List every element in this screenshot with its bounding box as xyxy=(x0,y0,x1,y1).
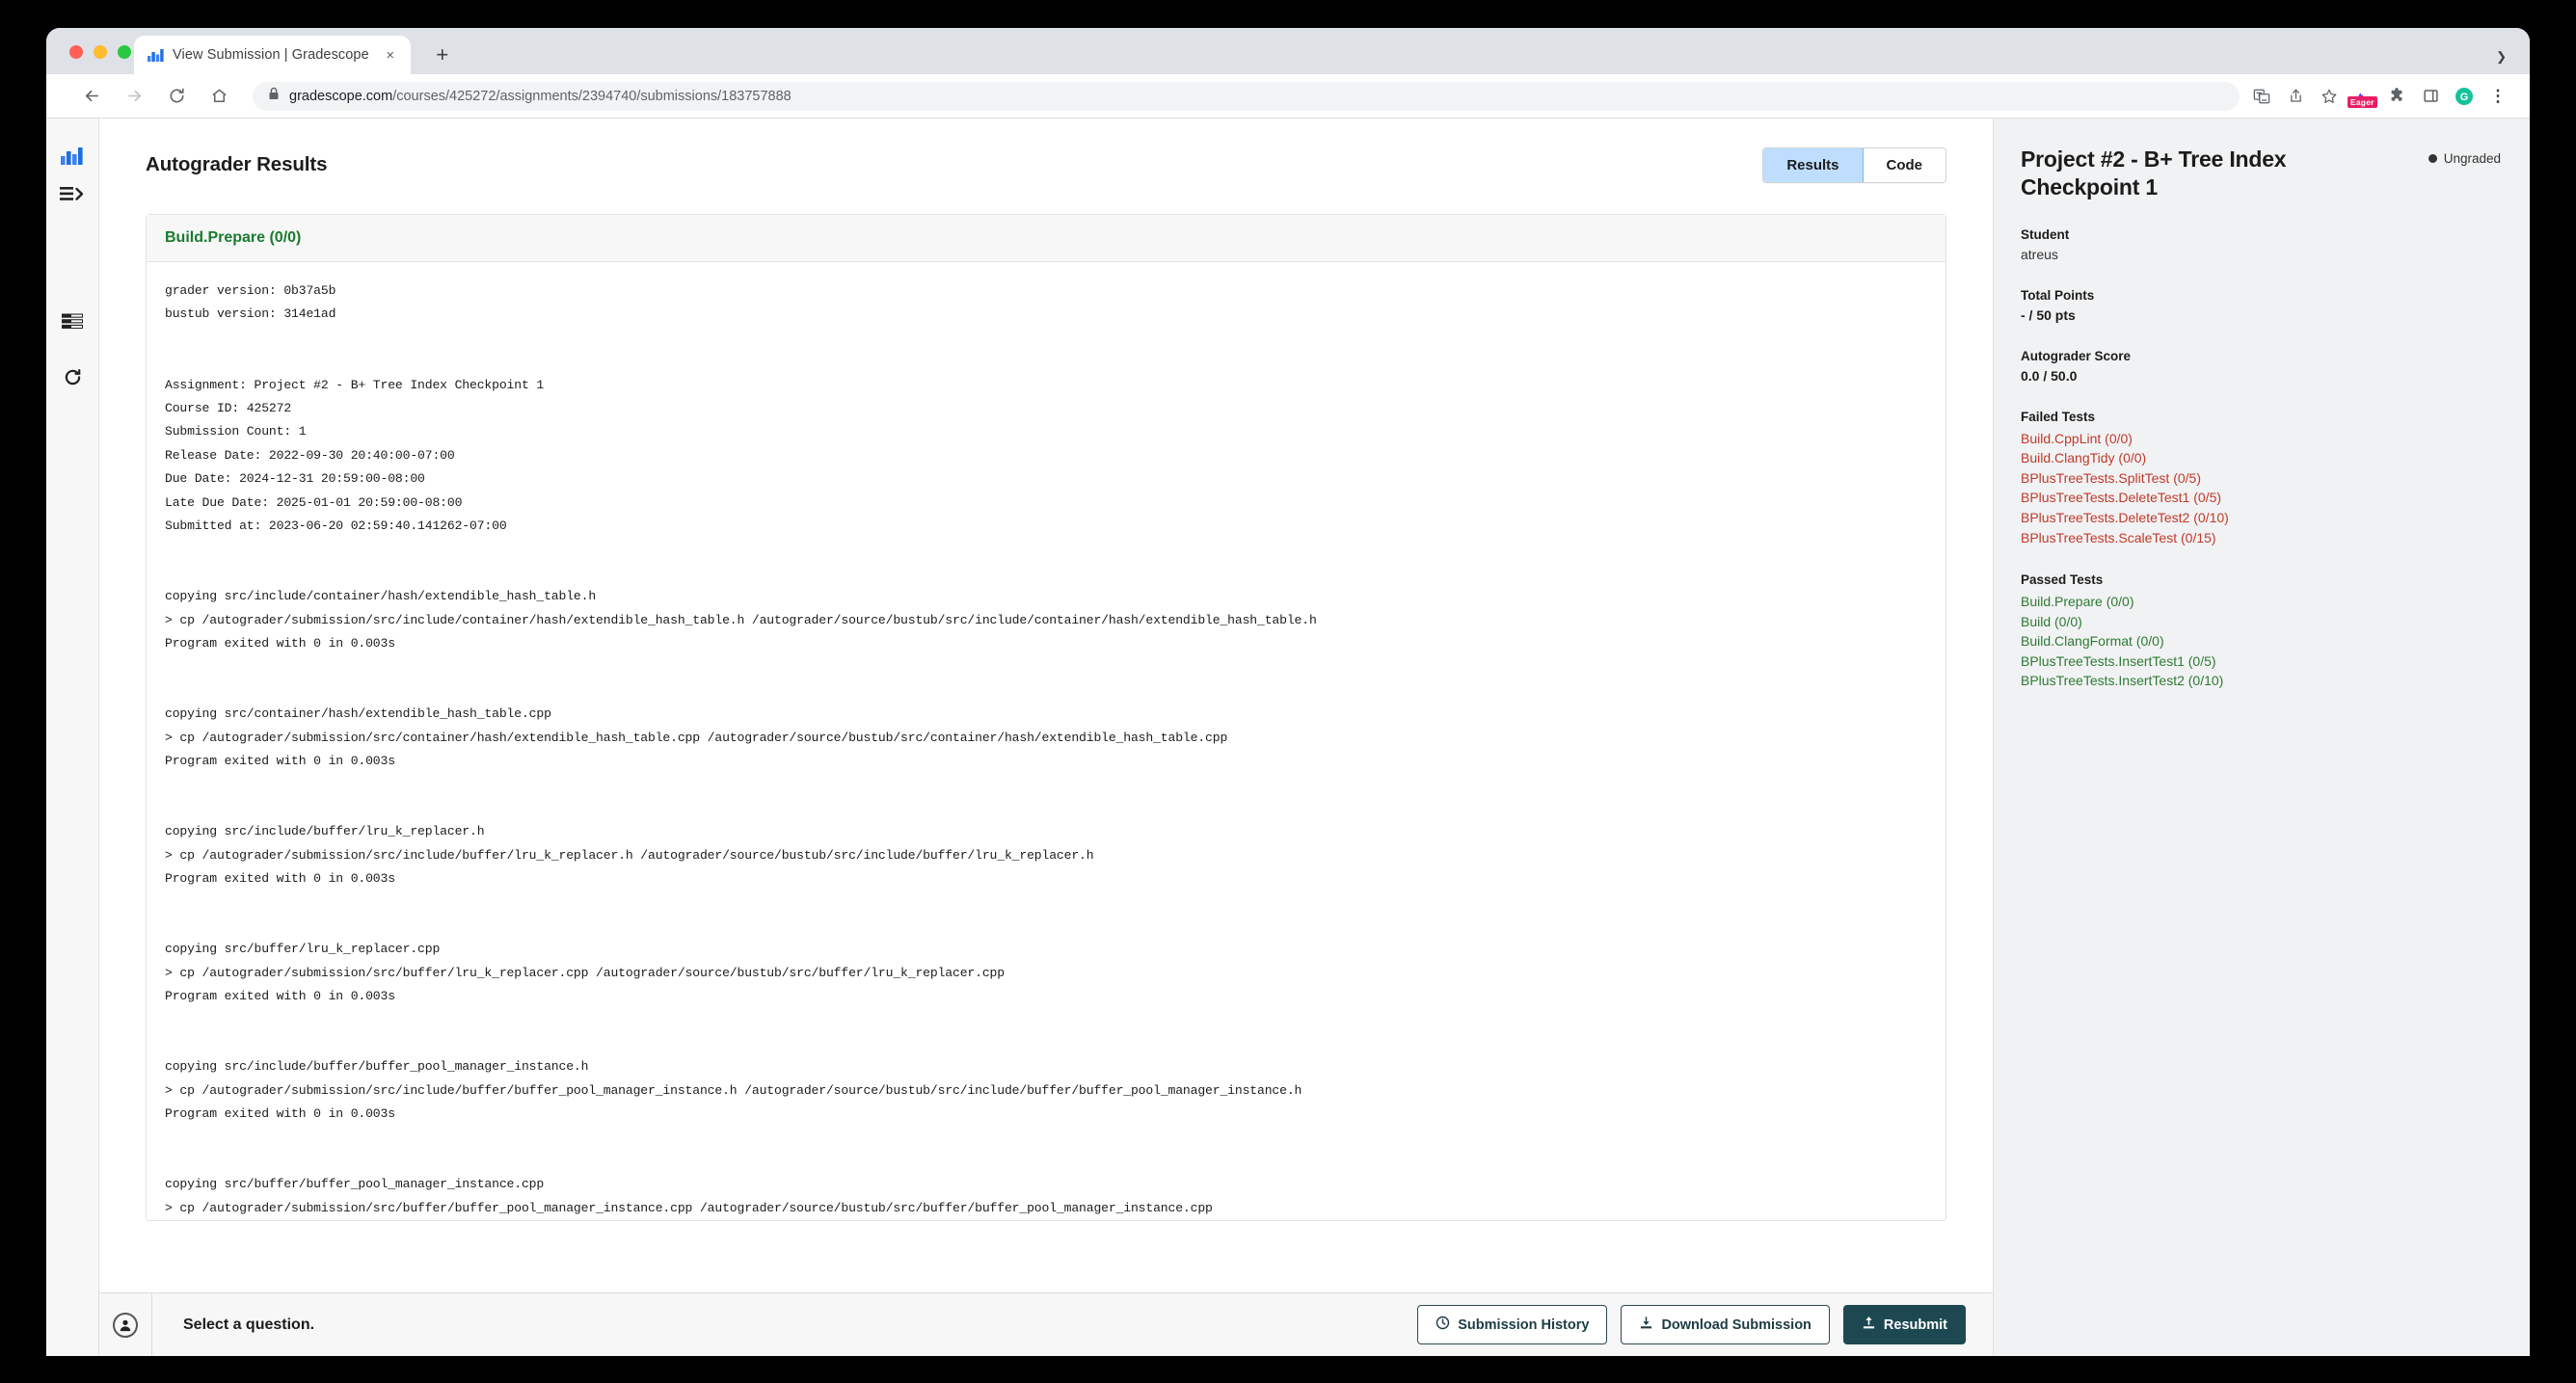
eager-extension-badge: Eager xyxy=(2348,95,2377,108)
assignment-title: Project #2 - B+ Tree Index Checkpoint 1 xyxy=(2021,146,2287,199)
back-button[interactable] xyxy=(75,80,108,113)
forward-button[interactable] xyxy=(118,80,150,113)
autograder-score-value: 0.0 / 50.0 xyxy=(2021,367,2078,384)
reload-button[interactable] xyxy=(160,80,193,113)
user-avatar[interactable] xyxy=(99,1293,152,1356)
rubric-list-icon[interactable] xyxy=(53,302,92,340)
clock-icon xyxy=(1436,1316,1450,1334)
autograder-results-column: Autograder Results Results Code Build.Pr… xyxy=(99,119,1994,1356)
download-submission-label: Download Submission xyxy=(1661,1317,1811,1333)
failed-tests-label: Failed Tests xyxy=(2021,409,2096,424)
status-badge: Ungraded xyxy=(2428,146,2501,166)
chrome-menu-icon[interactable]: ⋮ xyxy=(2487,86,2509,107)
browser-tab-strip: View Submission | Gradescope × + ❯ xyxy=(46,28,2530,74)
minimize-window-button[interactable] xyxy=(94,45,107,59)
results-scroll-area[interactable]: Autograder Results Results Code Build.Pr… xyxy=(99,119,1993,1292)
autograder-score-block: Autograder Score 0.0 / 50.0 xyxy=(2021,349,2501,384)
puzzle-extensions-icon[interactable] xyxy=(2386,86,2407,107)
status-dot-icon xyxy=(2428,154,2437,163)
window-traffic-lights xyxy=(69,45,131,59)
browser-tab-title: View Submission | Gradescope xyxy=(173,47,369,63)
translate-icon[interactable] xyxy=(2251,86,2272,107)
submission-info-panel: Project #2 - B+ Tree Index Checkpoint 1 … xyxy=(1994,119,2530,1356)
student-block: Student atreus xyxy=(2021,227,2501,262)
results-code-toggle: Results Code xyxy=(1762,147,1946,183)
grammarly-icon[interactable]: G xyxy=(2454,86,2475,107)
left-rail xyxy=(46,119,99,1356)
total-points-block: Total Points - / 50 pts xyxy=(2021,288,2501,323)
status-badge-label: Ungraded xyxy=(2443,151,2501,166)
browser-tab[interactable]: View Submission | Gradescope × xyxy=(134,36,411,74)
maximize-window-button[interactable] xyxy=(118,45,131,59)
new-tab-button[interactable]: + xyxy=(426,39,459,71)
list-item[interactable]: Build.ClangTidy (0/0) xyxy=(2021,449,2501,467)
gradescope-page: Autograder Results Results Code Build.Pr… xyxy=(46,119,2530,1356)
passed-tests-list: Build.Prepare (0/0) Build (0/0) Build.Cl… xyxy=(2021,593,2501,690)
list-item[interactable]: BPlusTreeTests.SplitTest (0/5) xyxy=(2021,469,2501,488)
list-item[interactable]: BPlusTreeTests.InsertTest2 (0/10) xyxy=(2021,672,2501,690)
results-header: Autograder Results Results Code xyxy=(146,147,1946,183)
student-label: Student xyxy=(2021,226,2070,242)
resubmit-button[interactable]: Resubmit xyxy=(1842,1305,1966,1344)
browser-window: View Submission | Gradescope × + ❯ grade… xyxy=(46,28,2530,1356)
list-item[interactable]: BPlusTreeTests.InsertTest1 (0/5) xyxy=(2021,652,2501,671)
lock-icon xyxy=(268,87,280,105)
list-item[interactable]: Build.ClangFormat (0/0) xyxy=(2021,632,2501,651)
list-item[interactable]: Build.Prepare (0/0) xyxy=(2021,593,2501,611)
passed-tests-block: Passed Tests Build.Prepare (0/0) Build (… xyxy=(2021,572,2501,690)
failed-tests-block: Failed Tests Build.CppLint (0/0) Build.C… xyxy=(2021,410,2501,546)
submission-history-button[interactable]: Submission History xyxy=(1417,1305,1608,1344)
submission-title-row: Project #2 - B+ Tree Index Checkpoint 1 … xyxy=(2021,146,2501,201)
expand-menu-icon[interactable] xyxy=(53,174,92,213)
failed-tests-list: Build.CppLint (0/0) Build.ClangTidy (0/0… xyxy=(2021,430,2501,546)
eager-extension-icon[interactable]: Eager xyxy=(2348,86,2377,108)
svg-text:G: G xyxy=(2460,92,2469,103)
upload-icon xyxy=(1862,1316,1876,1334)
student-name: atreus xyxy=(2021,246,2058,262)
page-title: Autograder Results xyxy=(146,153,328,175)
autograder-score-label: Autograder Score xyxy=(2021,348,2132,363)
download-icon xyxy=(1639,1316,1653,1334)
close-window-button[interactable] xyxy=(69,45,83,59)
list-item[interactable]: BPlusTreeTests.ScaleTest (0/15) xyxy=(2021,529,2501,547)
total-points-value: - / 50 pts xyxy=(2021,306,2076,323)
tab-code[interactable]: Code xyxy=(1863,148,1945,182)
chevron-down-icon[interactable]: ❯ xyxy=(2496,49,2507,65)
close-icon[interactable]: × xyxy=(382,46,399,64)
gradescope-logo-icon[interactable] xyxy=(53,136,92,174)
address-bar[interactable]: gradescope.com/courses/425272/assignment… xyxy=(253,81,2240,111)
test-result-title[interactable]: Build.Prepare (0/0) xyxy=(147,215,1945,262)
sidepanel-icon[interactable] xyxy=(2420,86,2441,107)
user-avatar-icon xyxy=(113,1312,138,1338)
autograder-output-text: grader version: 0b37a5b bustub version: … xyxy=(165,283,1317,1215)
passed-tests-label: Passed Tests xyxy=(2021,572,2104,588)
refresh-icon[interactable] xyxy=(53,358,92,396)
address-bar-text: gradescope.com/courses/425272/assignment… xyxy=(289,88,792,104)
test-result-card: Build.Prepare (0/0) grader version: 0b37… xyxy=(146,214,1946,1222)
list-item[interactable]: Build.CppLint (0/0) xyxy=(2021,430,2501,448)
select-question-prompt: Select a question. xyxy=(183,1316,315,1333)
list-item[interactable]: BPlusTreeTests.DeleteTest2 (0/10) xyxy=(2021,509,2501,527)
list-item[interactable]: Build (0/0) xyxy=(2021,613,2501,631)
list-item[interactable]: BPlusTreeTests.DeleteTest1 (0/5) xyxy=(2021,489,2501,507)
tab-results[interactable]: Results xyxy=(1763,148,1864,182)
bottom-action-bar: Select a question. Submission History Do… xyxy=(99,1292,1993,1356)
submission-history-label: Submission History xyxy=(1458,1317,1590,1333)
download-submission-button[interactable]: Download Submission xyxy=(1621,1305,1830,1344)
browser-extensions: Eager G ⋮ xyxy=(2251,86,2509,108)
test-result-body: grader version: 0b37a5b bustub version: … xyxy=(147,262,1945,1220)
share-icon[interactable] xyxy=(2285,86,2306,107)
browser-toolbar: gradescope.com/courses/425272/assignment… xyxy=(46,74,2530,119)
total-points-label: Total Points xyxy=(2021,287,2095,303)
bookmark-star-icon[interactable] xyxy=(2319,86,2340,107)
home-button[interactable] xyxy=(202,80,235,113)
gradescope-bars-icon xyxy=(148,48,164,62)
bottom-buttons: Submission History Download Submission R… xyxy=(1417,1305,1993,1344)
resubmit-label: Resubmit xyxy=(1883,1317,1947,1333)
